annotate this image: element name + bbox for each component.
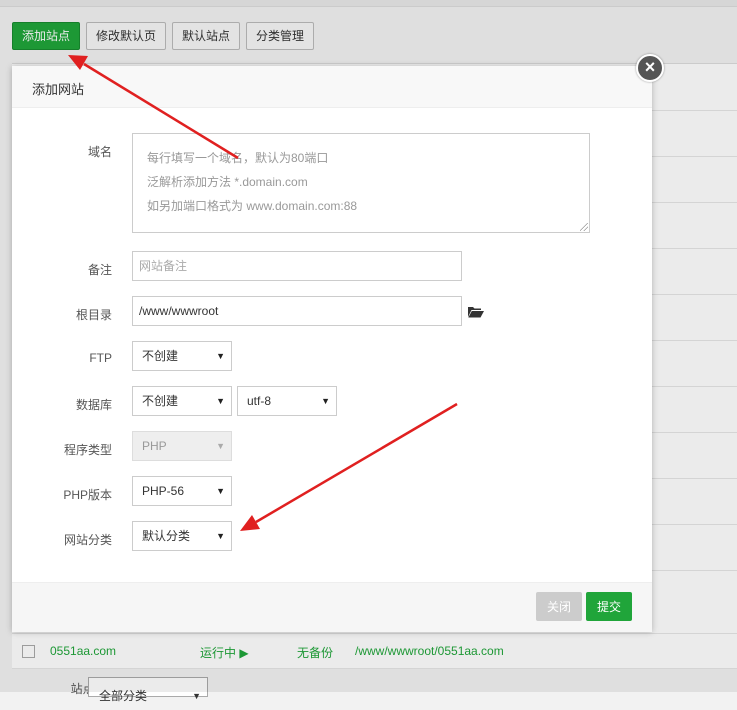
chevron-down-icon: ▼ — [216, 351, 225, 361]
domain-textarea[interactable]: 每行填写一个域名，默认为80端口 泛解析添加方法 *.domain.com 如另… — [132, 133, 590, 233]
resize-grip-icon[interactable] — [580, 223, 588, 231]
remark-label: 备注 — [87, 263, 112, 277]
database-label: 数据库 — [75, 398, 112, 412]
charset-select[interactable]: utf-8 ▼ — [237, 386, 337, 416]
domain-placeholder-line: 如另加端口格式为 www.domain.com:88 — [147, 199, 358, 213]
folder-open-icon[interactable] — [468, 306, 484, 318]
ftp-select[interactable]: 不创建 ▼ — [132, 341, 232, 371]
database-select[interactable]: 不创建 ▼ — [132, 386, 232, 416]
charset-select-value: utf-8 — [247, 394, 272, 408]
chevron-down-icon: ▼ — [216, 486, 225, 496]
dialog-footer: 关闭 提交 — [12, 582, 652, 632]
chevron-down-icon: ▼ — [321, 396, 330, 406]
chevron-down-icon: ▼ — [216, 531, 225, 541]
dialog-title: 添加网站 — [32, 82, 85, 97]
root-dir-value: /www/wwwroot — [139, 304, 219, 318]
domain-placeholder-line: 泛解析添加方法 *.domain.com — [147, 175, 308, 189]
chevron-down-icon: ▼ — [216, 396, 225, 406]
program-type-value: PHP — [142, 439, 167, 453]
site-category-select[interactable]: 默认分类 ▼ — [132, 521, 232, 551]
dialog-header: 添加网站 — [12, 66, 652, 108]
php-version-select[interactable]: PHP-56 ▼ — [132, 476, 232, 506]
domain-label: 域名 — [87, 145, 112, 159]
close-icon[interactable]: × — [636, 54, 664, 82]
database-select-value: 不创建 — [142, 394, 179, 408]
site-category-value: 默认分类 — [142, 529, 191, 543]
domain-placeholder-line: 每行填写一个域名，默认为80端口 — [147, 151, 329, 165]
root-dir-label: 根目录 — [75, 308, 112, 322]
php-version-value: PHP-56 — [142, 484, 185, 498]
program-type-label: 程序类型 — [63, 443, 112, 457]
php-version-label: PHP版本 — [63, 488, 112, 502]
add-site-dialog: 添加网站 域名 每行填写一个域名，默认为80端口 泛解析添加方法 *.domai… — [12, 66, 652, 632]
chevron-down-icon: ▼ — [216, 441, 225, 451]
ftp-select-value: 不创建 — [142, 349, 179, 363]
remark-input[interactable]: 网站备注 — [132, 251, 462, 281]
root-dir-input[interactable]: /www/wwwroot — [132, 296, 462, 326]
remark-placeholder: 网站备注 — [139, 259, 188, 273]
close-button[interactable]: 关闭 — [536, 592, 582, 621]
ftp-label: FTP — [89, 351, 112, 365]
submit-button[interactable]: 提交 — [586, 592, 632, 621]
program-type-select: PHP ▼ — [132, 431, 232, 461]
site-category-label: 网站分类 — [63, 533, 112, 547]
